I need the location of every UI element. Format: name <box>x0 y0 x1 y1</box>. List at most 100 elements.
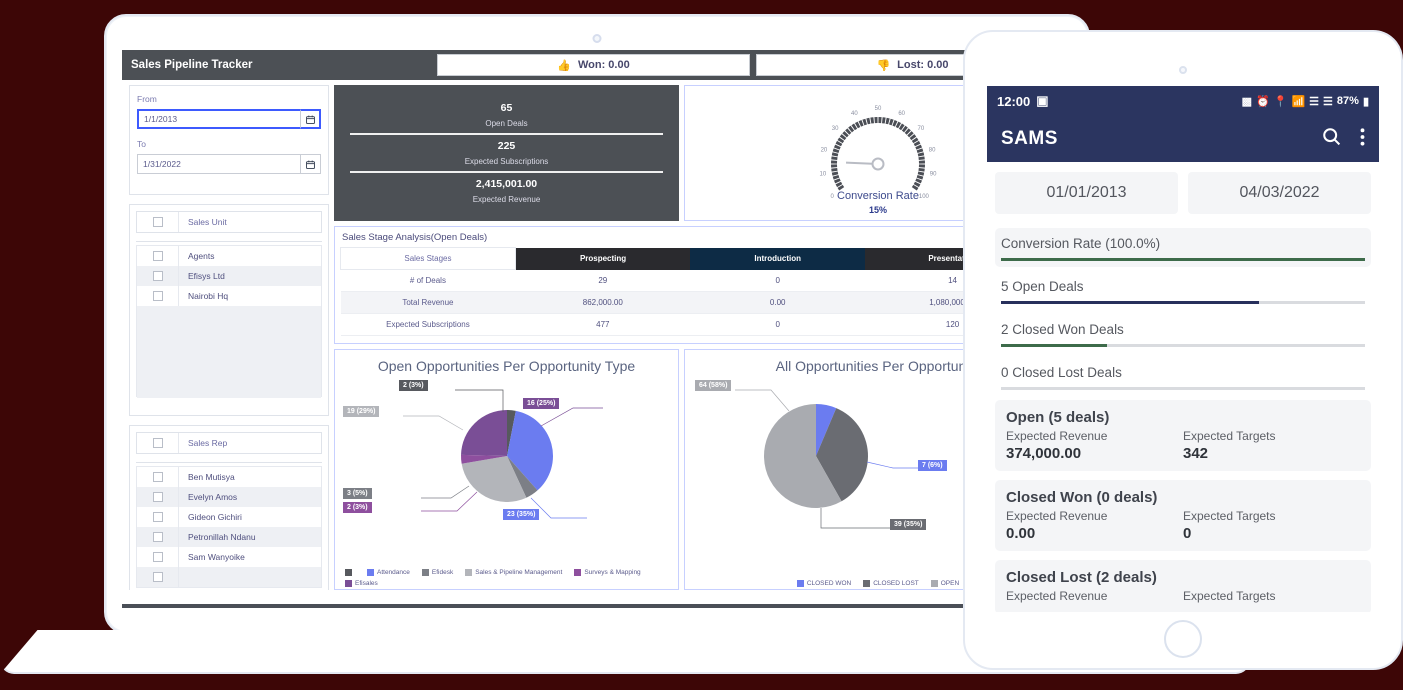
legend-item[interactable]: Efisales <box>345 580 378 587</box>
kebab-dots <box>1360 127 1365 146</box>
kpi-expected-revenue: 2,415,001.00 Expected Revenue <box>350 171 663 209</box>
row-checkbox-cell[interactable] <box>137 487 179 507</box>
status-bar-right: ▩ ⏰ 📍 📶 ☰ ☰ 87% ▮ <box>1242 95 1369 108</box>
table-row: Total Revenue 862,000.00 0.00 1,080,000.… <box>340 291 1066 314</box>
checkbox-icon[interactable] <box>152 291 163 301</box>
gauge-svg: 0102030405060708090100 <box>820 106 938 200</box>
list-item[interactable]: Nairobi Hq <box>137 286 321 306</box>
list-item[interactable]: Sam Wanyoike <box>137 547 321 567</box>
targets-value: 0 <box>1183 525 1192 542</box>
mobile-date-to[interactable]: 04/03/2022 <box>1188 172 1371 214</box>
legend-label: CLOSED WON <box>806 580 852 587</box>
row-checkbox-cell[interactable] <box>137 266 179 286</box>
sales-rep-list[interactable]: Ben Mutisya Evelyn Amos Gideon Gichiri P… <box>136 466 322 588</box>
row-checkbox-cell[interactable] <box>137 507 179 527</box>
list-item[interactable]: Petronillah Ndanu <box>137 527 321 547</box>
checkbox-icon[interactable] <box>152 532 163 542</box>
svg-text:70: 70 <box>918 126 925 132</box>
dashboard-topbar: Sales Pipeline Tracker 👍 Won: 0.00 👎 Los… <box>122 50 1072 80</box>
list-item[interactable] <box>137 567 321 587</box>
card-revenue-col: Expected Revenue <box>1006 589 1183 605</box>
legend-item[interactable] <box>345 569 355 576</box>
checkbox-icon[interactable] <box>152 552 163 562</box>
legend-label: Sales & Pipeline Management <box>475 569 563 576</box>
list-item-label: Ben Mutisya <box>188 472 235 482</box>
won-label: Won: 0.00 <box>577 59 630 71</box>
checkbox-icon[interactable] <box>152 472 163 482</box>
sales-rep-select-all-cell[interactable] <box>137 433 179 453</box>
legend-label: Attendance <box>377 569 410 576</box>
to-date-field[interactable]: 1/31/2022 <box>137 154 321 174</box>
summary-card-closed-won[interactable]: Closed Won (0 deals) Expected Revenue 0.… <box>995 480 1371 551</box>
row-checkbox-cell[interactable] <box>137 467 179 487</box>
won-metric[interactable]: 👍 Won: 0.00 <box>437 54 750 76</box>
progress-label: 2 Closed Won Deals <box>1001 322 1124 337</box>
svg-text:20: 20 <box>821 148 828 154</box>
to-calendar-button[interactable] <box>300 154 321 174</box>
svg-text:30: 30 <box>832 126 839 132</box>
kpi-value: 65 <box>500 102 513 114</box>
sales-dashboard: Sales Pipeline Tracker 👍 Won: 0.00 👎 Los… <box>122 50 1072 590</box>
list-item[interactable]: Agents <box>137 246 321 266</box>
to-date-input[interactable]: 1/31/2022 <box>137 154 300 174</box>
home-button[interactable] <box>1164 620 1202 658</box>
row-checkbox-cell[interactable] <box>137 547 179 567</box>
from-date-field[interactable]: 1/1/2013 <box>137 109 321 129</box>
legend-item[interactable]: CLOSED LOST <box>863 580 919 587</box>
sim-icon: ▣ <box>1036 93 1049 108</box>
legend-item[interactable]: Efidesk <box>421 569 453 576</box>
legend-item[interactable]: Sales & Pipeline Management <box>465 569 562 576</box>
checkbox-icon[interactable] <box>152 512 163 522</box>
checkbox-icon[interactable] <box>152 271 163 281</box>
checkbox-icon[interactable] <box>152 251 163 261</box>
sales-unit-list[interactable]: Agents Efisys Ltd Nairobi Hq <box>136 245 322 398</box>
list-item-label: Petronillah Ndanu <box>188 532 256 542</box>
checkbox-icon[interactable] <box>152 438 163 448</box>
overflow-menu-icon[interactable] <box>1360 127 1365 152</box>
checkbox-icon[interactable] <box>152 572 163 582</box>
table-row: Expected Subscriptions 477 0 120 2 <box>340 314 1066 336</box>
legend-label: Efisales <box>355 580 378 587</box>
legend-swatch <box>345 580 352 587</box>
laptop-hinge-bar <box>122 604 1072 608</box>
legend-item[interactable]: CLOSED WON <box>796 580 852 587</box>
app-bar: SAMS <box>987 116 1379 162</box>
legend-item[interactable]: OPEN <box>930 580 959 587</box>
checkbox-icon[interactable] <box>152 492 163 502</box>
webcam-icon <box>592 34 602 43</box>
sales-rep-header-row[interactable]: Sales Rep <box>136 432 322 454</box>
column-header-introduction[interactable]: Introduction <box>690 247 866 270</box>
cell: 862,000.00 <box>582 298 623 307</box>
sales-rep-filter: Sales Rep Ben Mutisya Evelyn Amos Gideon… <box>129 425 329 590</box>
row-checkbox-cell[interactable] <box>137 246 179 266</box>
card-revenue-col: Expected Revenue 374,000.00 <box>1006 429 1183 462</box>
legend-label: CLOSED LOST <box>873 580 919 587</box>
column-header-prospecting[interactable]: Prospecting <box>515 247 691 270</box>
kpi-label: Open Deals <box>485 119 528 128</box>
row-checkbox-cell[interactable] <box>137 567 179 587</box>
column-header-sales-stages: Sales Stages <box>340 247 516 270</box>
from-calendar-button[interactable] <box>300 109 321 129</box>
list-item-label: Agents <box>188 251 215 261</box>
summary-card-closed-lost[interactable]: Closed Lost (2 deals) Expected Revenue E… <box>995 560 1371 612</box>
laptop-device: Sales Pipeline Tracker 👍 Won: 0.00 👎 Los… <box>0 14 1250 674</box>
checkbox-icon[interactable] <box>152 217 163 227</box>
sales-unit-select-all-cell[interactable] <box>137 212 179 232</box>
sales-unit-header-row[interactable]: Sales Unit <box>136 211 322 233</box>
mobile-date-from[interactable]: 01/01/2013 <box>995 172 1178 214</box>
list-item[interactable]: Evelyn Amos <box>137 487 321 507</box>
list-item[interactable]: Ben Mutisya <box>137 467 321 487</box>
summary-card-open[interactable]: Open (5 deals) Expected Revenue 374,000.… <box>995 400 1371 471</box>
row-checkbox-cell[interactable] <box>137 286 179 306</box>
legend-item[interactable]: Attendance <box>367 569 410 576</box>
list-item-label: Gideon Gichiri <box>188 512 242 522</box>
laptop-screen: Sales Pipeline Tracker 👍 Won: 0.00 👎 Los… <box>122 50 1072 590</box>
list-item[interactable]: Efisys Ltd <box>137 266 321 286</box>
search-icon[interactable] <box>1321 126 1342 152</box>
legend-swatch <box>574 569 582 576</box>
row-checkbox-cell[interactable] <box>137 527 179 547</box>
from-date-input[interactable]: 1/1/2013 <box>137 109 300 129</box>
legend-item[interactable]: Surveys & Mapping <box>574 569 641 576</box>
kpi-expected-subscriptions: 225 Expected Subscriptions <box>350 133 663 171</box>
list-item[interactable]: Gideon Gichiri <box>137 507 321 527</box>
